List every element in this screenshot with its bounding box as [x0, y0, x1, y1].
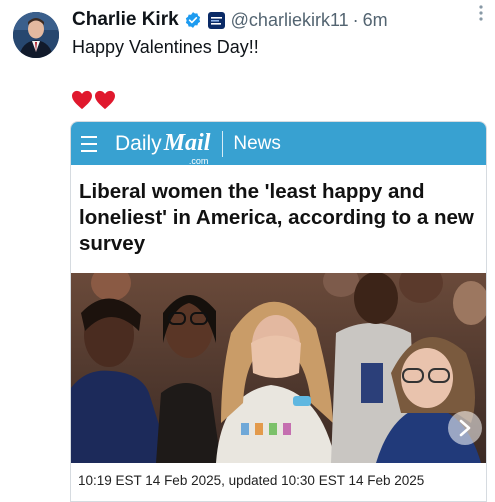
menu-icon[interactable]: [81, 135, 97, 152]
emoji-row: [71, 90, 116, 110]
separator-dot: ·: [352, 9, 359, 30]
timestamp[interactable]: 6m: [363, 10, 388, 31]
news-card[interactable]: Daily Mail .com News Liberal women the '…: [70, 121, 487, 502]
logo-mail: Mail: [163, 130, 211, 156]
article-headline[interactable]: Liberal women the 'least happy and lonel…: [71, 165, 486, 270]
chevron-right-icon: [459, 419, 471, 437]
affiliate-badge-icon[interactable]: [207, 11, 225, 29]
red-heart-icon: [72, 90, 92, 110]
verified-icon: [185, 12, 200, 28]
site-header-bar: Daily Mail .com News: [71, 122, 486, 166]
avatar[interactable]: [13, 12, 59, 58]
section-label[interactable]: News: [233, 133, 281, 155]
tweet-header: Charlie Kirk @charliekirk11 · 6m: [72, 8, 485, 32]
logo-com: .com: [188, 156, 209, 166]
author-handle[interactable]: @charliekirk11: [231, 10, 349, 31]
article-photo[interactable]: [71, 273, 486, 463]
more-icon[interactable]: [471, 2, 491, 24]
divider: [222, 130, 224, 157]
next-arrow-button[interactable]: [448, 411, 482, 445]
site-logo[interactable]: Daily Mail .com: [115, 130, 211, 166]
red-heart-icon: [95, 90, 115, 110]
article-timestamp: 10:19 EST 14 Feb 2025, updated 10:30 EST…: [78, 473, 425, 488]
tweet-text: Happy Valentines Day!!: [72, 37, 259, 57]
logo-daily: Daily: [115, 132, 162, 155]
author-name[interactable]: Charlie Kirk: [72, 9, 179, 31]
